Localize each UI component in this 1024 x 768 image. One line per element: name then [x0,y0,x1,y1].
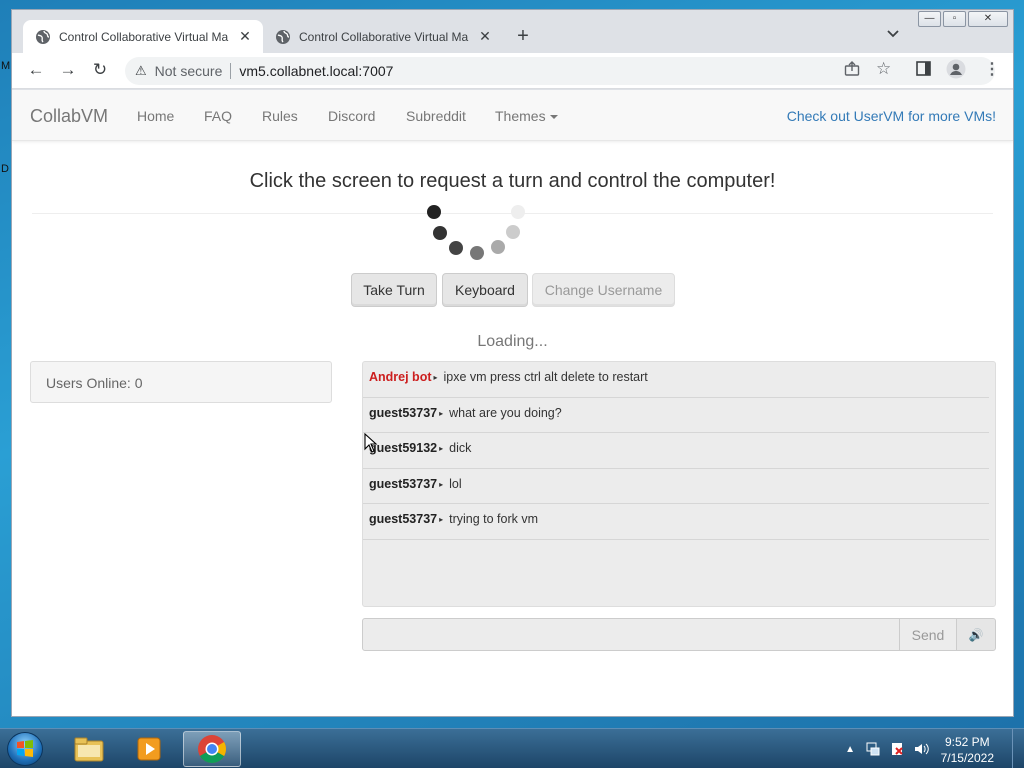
tray-expand-icon[interactable]: ▲ [845,744,855,755]
chat-message: Andrej bot ▸ ipxe vm press ctrl alt delete… [363,362,989,398]
spinner-dot [506,225,520,239]
site-navbar: CollabVM Home FAQ Rules Discord Subreddi… [12,90,1013,141]
restore-button[interactable]: ▫ [943,11,966,27]
triangle-right-icon: ▸ [433,373,438,383]
new-tab-button[interactable]: + [512,25,534,48]
menu-kebab-icon[interactable]: ⋮ [984,59,1000,79]
minimize-button[interactable]: — [918,11,941,27]
keyboard-button[interactable]: Keyboard [442,273,528,307]
chat-message: guest53737 ▸ lol [363,469,989,504]
clock-time: 9:52 PM [944,735,990,749]
network-icon[interactable] [865,741,881,757]
chat-message: guest59132 ▸ dick [363,433,989,469]
volume-icon: 🔊 [968,627,984,642]
show-desktop-button[interactable] [1012,729,1024,768]
chat-message: guest53737 ▸ trying to fork vm [363,504,989,540]
send-button[interactable]: Send [899,618,957,651]
browser-toolbar: ← → ↻ ⚠ Not secure vm5.collabnet.local:7… [12,53,1013,89]
bookmark-star-icon[interactable]: ☆ [876,59,891,79]
taskbar-clock[interactable]: 9:52 PM 7/15/2022 [941,734,994,766]
chat-username: Andrej bot [369,370,432,384]
chat-username: guest53737 [369,476,438,491]
tab-inactive[interactable]: Control Collaborative Virtual Ma ✕ [263,20,503,53]
windows-logo-icon [17,740,33,757]
uservm-link[interactable]: Check out UserVM for more VMs! [787,108,996,124]
spinner-dot [433,226,447,240]
tab-strip: Control Collaborative Virtual Ma ✕ Contr… [12,10,1013,53]
chrome-icon[interactable] [183,731,241,767]
volume-button[interactable]: 🔊 [956,618,996,651]
url-text[interactable]: vm5.collabnet.local:7007 [239,63,393,79]
taskbar: ▲ 9:52 PM 7/15/2022 [0,728,1024,768]
desktop-label-2: D [1,163,9,175]
spinner-dot [427,205,441,219]
profile-icon[interactable] [946,59,966,83]
chat-username: guest53737 [369,512,438,526]
take-turn-button[interactable]: Take Turn [351,273,437,307]
spinner-dot [511,205,525,219]
caret-down-icon [549,115,558,120]
file-explorer-icon[interactable] [60,731,118,767]
side-panel-icon[interactable] [916,61,931,80]
loading-text: Loading... [477,333,548,350]
start-button[interactable] [7,732,43,766]
chat-text: dick [449,441,472,455]
chat-panel: Andrej bot ▸ ipxe vm press ctrl alt delete… [362,361,996,607]
nav-themes-label: Themes [495,108,546,124]
chat-username: guest53737 [369,405,438,420]
speaker-icon[interactable] [913,741,929,757]
nav-discord[interactable]: Discord [328,108,375,124]
reload-button[interactable]: ↻ [89,60,111,80]
media-player-icon[interactable] [120,731,178,767]
back-button[interactable]: ← [25,60,47,80]
triangle-right-icon: ▸ [439,444,444,454]
chat-input[interactable] [362,618,900,651]
tab-active[interactable]: Control Collaborative Virtual Ma ✕ [23,20,263,53]
users-online-panel: Users Online: 0 [30,361,332,403]
close-tab-icon[interactable]: ✕ [477,28,493,45]
triangle-right-icon: ▸ [439,515,444,525]
nav-faq[interactable]: FAQ [204,108,232,124]
globe-icon [36,29,50,44]
chat-message: guest53737 ▸ what are you doing? [363,398,989,433]
nav-rules[interactable]: Rules [262,108,298,124]
nav-subreddit[interactable]: Subreddit [406,108,466,124]
window-controls: — ▫ ✕ [916,11,1008,28]
spinner-dot [491,240,505,254]
spinner-dot [470,246,484,260]
turn-headline: Click the screen to request a turn and c… [249,170,776,192]
chat-username: guest59132 [369,441,438,455]
nav-home[interactable]: Home [137,108,174,124]
share-icon[interactable] [844,61,860,81]
site-brand[interactable]: CollabVM [30,106,108,127]
browser-window: Control Collaborative Virtual Ma ✕ Contr… [11,9,1014,717]
close-window-button[interactable]: ✕ [968,11,1008,27]
spinner-dot [449,241,463,255]
chat-text: lol [449,476,462,491]
chat-text: ipxe vm press ctrl alt delete to restart [443,370,648,384]
security-label[interactable]: Not secure [155,63,223,79]
system-tray: ▲ [845,729,929,768]
close-tab-icon[interactable]: ✕ [237,28,253,45]
change-username-button[interactable]: Change Username [532,273,675,307]
chat-text: trying to fork vm [449,512,539,526]
loading-spinner-icon [427,203,527,263]
address-bar[interactable]: ⚠ Not secure vm5.collabnet.local:7007 [125,57,995,85]
mouse-cursor-icon [364,433,378,453]
omnibox-divider [230,63,232,79]
forward-button[interactable]: → [57,60,79,80]
chat-text: what are you doing? [449,405,562,420]
nav-themes[interactable]: Themes [495,108,558,124]
triangle-right-icon: ▸ [439,408,444,418]
clock-date: 7/15/2022 [940,751,994,765]
web-page: CollabVM Home FAQ Rules Discord Subreddi… [12,90,1013,716]
triangle-right-icon: ▸ [439,479,444,489]
tab-search-icon[interactable] [887,27,899,41]
tab-title: Control Collaborative Virtual Ma [299,29,469,44]
warning-icon[interactable]: ⚠ [135,63,147,79]
desktop-label-1: M [1,60,11,72]
action-center-icon[interactable] [889,741,905,757]
globe-icon [276,29,290,44]
tab-title: Control Collaborative Virtual Ma [59,29,229,44]
